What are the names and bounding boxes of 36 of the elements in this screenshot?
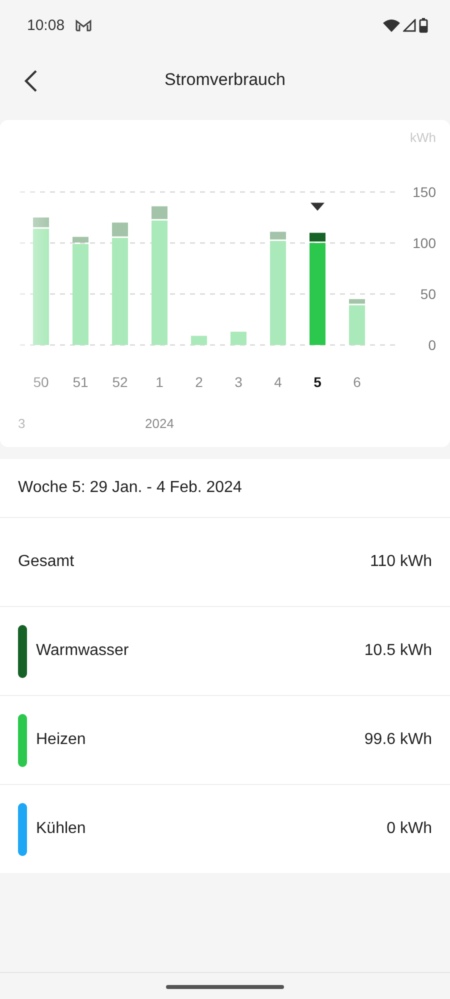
screen-title: Stromverbrauch xyxy=(164,70,286,90)
row-label: Gesamt xyxy=(18,553,76,571)
week-label[interactable]: 1 xyxy=(156,374,164,390)
week-label[interactable]: 4 xyxy=(274,374,282,390)
axis-tick-label: 0 xyxy=(428,337,436,353)
back-icon xyxy=(24,70,38,92)
year-label: 3 xyxy=(18,416,26,431)
row-value: 110 kWh xyxy=(370,553,432,571)
axis-tick-label: 150 xyxy=(412,184,436,200)
selection-marker-icon xyxy=(310,202,324,211)
row-label: Kühlen xyxy=(36,820,87,838)
home-handle[interactable] xyxy=(166,985,284,989)
axis-tick-label: 50 xyxy=(420,286,436,302)
signal-icon xyxy=(403,18,416,32)
battery-icon xyxy=(419,18,428,32)
axis-tick-label: 100 xyxy=(412,235,436,251)
row-label: Warmwasser xyxy=(36,642,130,660)
week-label[interactable]: 2 xyxy=(195,374,203,390)
week-label[interactable]: 5 xyxy=(314,374,322,390)
week-label[interactable]: 6 xyxy=(353,374,361,390)
year-label: 2024 xyxy=(145,416,174,431)
mail-icon xyxy=(74,18,92,32)
row-value: 10.5 kWh xyxy=(364,642,432,660)
week-label[interactable]: 52 xyxy=(112,374,128,390)
chart-bar[interactable] xyxy=(152,206,168,220)
chart-bar[interactable] xyxy=(310,232,326,242)
status-time: 10:08 xyxy=(27,16,65,34)
week-range-text: Woche 5: 29 Jan. - 4 Feb. 2024 xyxy=(0,447,450,518)
row-value: 99.6 kWh xyxy=(364,731,432,749)
week-label[interactable]: 51 xyxy=(72,374,88,390)
wifi-icon xyxy=(383,18,400,32)
row-value: 0 kWh xyxy=(386,820,432,838)
row-label: Heizen xyxy=(36,731,87,749)
chart-bar[interactable] xyxy=(72,236,88,243)
week-label[interactable]: 3 xyxy=(234,374,242,390)
week-label[interactable]: 50 xyxy=(33,374,49,390)
